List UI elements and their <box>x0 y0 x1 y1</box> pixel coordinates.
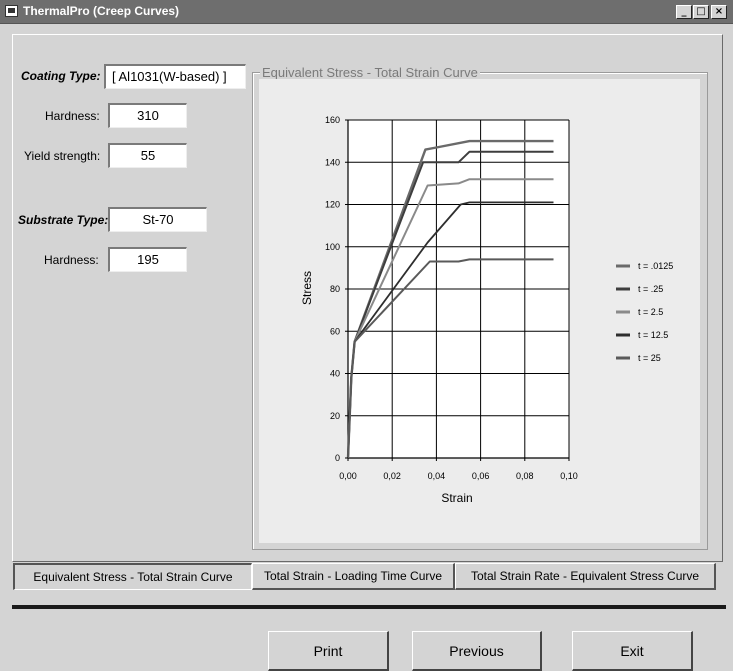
y-tick-label: 100 <box>325 242 340 252</box>
chart-grid <box>347 119 570 459</box>
legend-label: t = 25 <box>638 353 661 363</box>
legend-label: t = .0125 <box>638 261 673 271</box>
tab-strain-time[interactable]: Total Strain - Loading Time Curve <box>252 563 455 590</box>
y-tick-label: 60 <box>330 326 340 336</box>
y-axis-label: Stress <box>300 271 314 305</box>
x-tick-label: 0,00 <box>339 471 357 481</box>
x-tick-label: 0,04 <box>428 471 446 481</box>
y-tick-label: 40 <box>330 369 340 379</box>
tab-stress-strain[interactable]: Equivalent Stress - Total Strain Curve <box>13 563 252 590</box>
y-tick-label: 160 <box>325 115 340 125</box>
y-tick-label: 0 <box>335 453 340 463</box>
x-axis-label: Strain <box>441 491 472 505</box>
chart-legend: t = .0125 t = .25 t = 2.5 t = 12.5 t = 25 <box>616 261 673 363</box>
previous-button[interactable]: Previous <box>412 631 542 671</box>
x-tick-label: 0,10 <box>560 471 578 481</box>
y-tick-label: 20 <box>330 411 340 421</box>
legend-label: t = 2.5 <box>638 307 663 317</box>
x-tick-label: 0,02 <box>383 471 401 481</box>
y-tick-label: 120 <box>325 200 340 210</box>
tab-strainrate-stress[interactable]: Total Strain Rate - Equivalent Stress Cu… <box>455 563 716 590</box>
print-button[interactable]: Print <box>268 631 389 671</box>
x-tick-label: 0,06 <box>472 471 490 481</box>
separator <box>12 605 726 609</box>
x-tick-label: 0,08 <box>516 471 534 481</box>
exit-button[interactable]: Exit <box>572 631 693 671</box>
legend-label: t = .25 <box>638 284 663 294</box>
stress-strain-chart: 0 20 40 60 80 100 120 140 160 0,00 0,02 0,04 0,06 0,0… <box>300 115 673 505</box>
y-tick-label: 80 <box>330 284 340 294</box>
y-tick-label: 140 <box>325 157 340 167</box>
legend-label: t = 12.5 <box>638 330 668 340</box>
